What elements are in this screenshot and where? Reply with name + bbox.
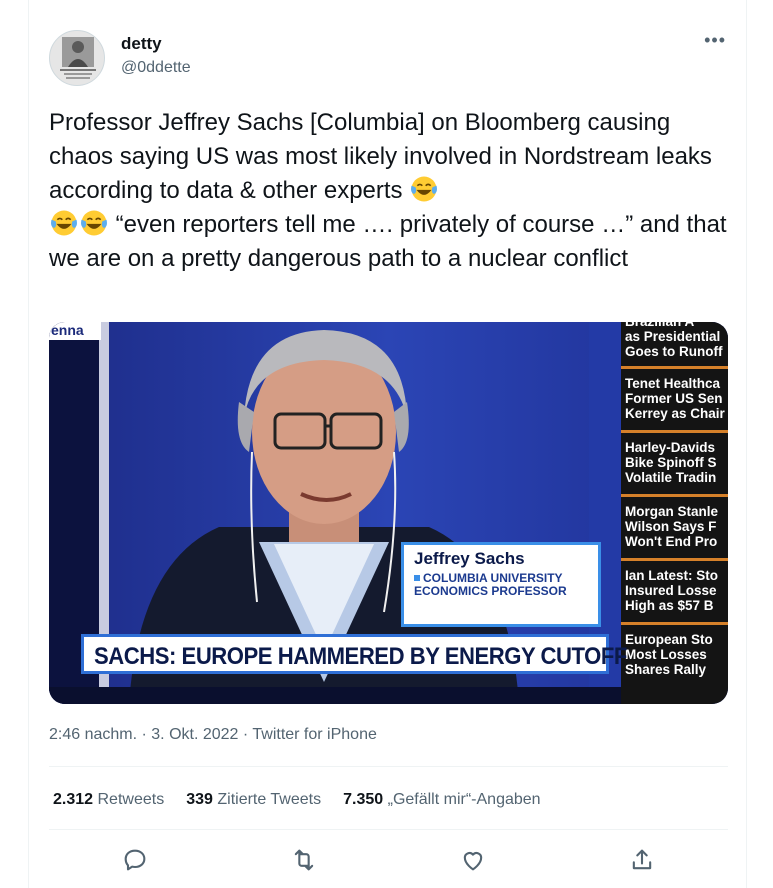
share-button[interactable]: [628, 846, 656, 874]
ticker-item: Morgan Stanle Wilson Says F Won't End Pr…: [625, 504, 719, 549]
avatar-image: [50, 31, 104, 85]
headline-text: SACHS: EUROPE HAMMERED BY ENERGY CUTOFF: [94, 643, 627, 670]
channel-tag: enna: [49, 322, 101, 340]
tweet-text: Professor Jeffrey Sachs [Columbia] on Bl…: [49, 106, 734, 276]
lower-third-title: COLUMBIA UNIVERSITY ECONOMICS PROFESSOR: [414, 571, 567, 598]
tweet-media[interactable]: enna Brazilian A as Presidential Goes to…: [49, 322, 728, 704]
ticker-separator: [621, 494, 728, 497]
ticker-separator: [621, 558, 728, 561]
share-icon: [632, 849, 652, 870]
ticker-separator: [621, 366, 728, 369]
ticker-item: European Sto Most Losses Shares Rally: [625, 632, 713, 677]
quotes-count: 339: [186, 791, 213, 808]
retweet-icon: [294, 849, 314, 871]
ticker-separator: [621, 430, 728, 433]
retweets-label: Retweets: [97, 791, 165, 808]
retweet-button[interactable]: [290, 846, 318, 874]
likes-label: „Gefällt mir“-Angaben: [387, 791, 541, 808]
user-handle[interactable]: @0ddette: [121, 59, 191, 77]
likes-count: 7.350: [343, 791, 384, 808]
tweet-text-part-1: Professor Jeffrey Sachs [Columbia] on Bl…: [49, 109, 712, 204]
avatar[interactable]: [49, 30, 105, 86]
tweet-stats: 2.312 Retweets 339 Zitierte Tweets 7.350…: [53, 791, 541, 809]
divider: [49, 829, 728, 830]
tweet-card: detty @0ddette ••• Professor Jeffrey Sac…: [28, 0, 747, 888]
quotes-stat[interactable]: 339 Zitierte Tweets: [186, 791, 321, 809]
name-lower-third: Jeffrey Sachs COLUMBIA UNIVERSITY ECONOM…: [401, 542, 601, 627]
lower-third-name: Jeffrey Sachs: [414, 549, 525, 568]
tears-of-joy-emoji-icon: [411, 176, 438, 202]
display-name[interactable]: detty: [121, 34, 162, 54]
divider: [49, 766, 728, 767]
ticker-item: Ian Latest: Sto Insured Losse High as $5…: [625, 568, 719, 613]
reply-button[interactable]: [121, 846, 149, 874]
ticker-item: Harley-Davids Bike Spinoff S Volatile Tr…: [625, 440, 717, 485]
tears-of-joy-emoji-icon: [51, 210, 77, 236]
ticker-item: Tenet Healthca Former US Sen Kerrey as C…: [625, 376, 725, 421]
likes-stat[interactable]: 7.350 „Gefällt mir“-Angaben: [343, 791, 540, 809]
retweets-stat[interactable]: 2.312 Retweets: [53, 791, 164, 809]
ticker-item: Brazilian A as Presidential Goes to Runo…: [625, 322, 723, 359]
tears-of-joy-emoji-icon: [81, 210, 107, 236]
quotes-label: Zitierte Tweets: [217, 791, 322, 808]
headline-banner: SACHS: EUROPE HAMMERED BY ENERGY CUTOFF: [81, 634, 627, 674]
retweets-count: 2.312: [53, 791, 94, 808]
more-options-icon[interactable]: •••: [704, 30, 726, 51]
news-ticker: Brazilian A as Presidential Goes to Runo…: [621, 322, 728, 704]
reply-icon: [124, 849, 146, 871]
tweet-text-part-2: “even reporters tell me …. privately of …: [49, 211, 727, 272]
ticker-separator: [621, 622, 728, 625]
action-bar: [29, 840, 748, 880]
heart-icon: [463, 852, 483, 871]
tweet-timestamp[interactable]: 2:46 nachm. · 3. Okt. 2022 · Twitter for…: [49, 726, 377, 744]
like-button[interactable]: [459, 846, 487, 874]
